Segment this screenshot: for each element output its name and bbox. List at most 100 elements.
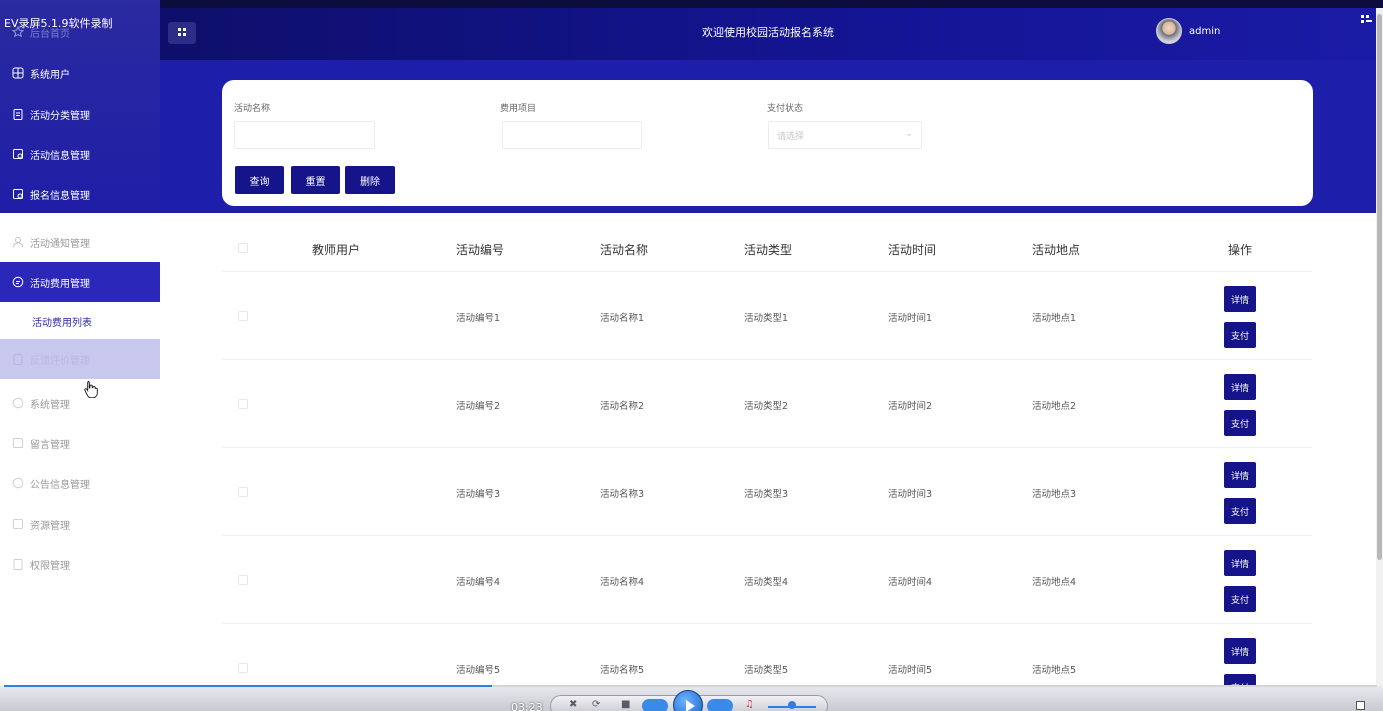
pay-status-placeholder: 请选择 bbox=[777, 131, 805, 142]
column-header: 活动编号 bbox=[456, 243, 505, 257]
cell-time: 活动时间5 bbox=[888, 665, 933, 676]
clipboard-icon bbox=[12, 558, 24, 570]
cell-place: 活动地点5 bbox=[1032, 665, 1077, 676]
sidebar: 后台首页 系统用户 活动分类管理 活动信息管理 报名信息管理 活动通知管理 活动… bbox=[0, 0, 160, 711]
sidebar-item-signup-info[interactable]: 报名信息管理 bbox=[0, 174, 160, 214]
avatar[interactable] bbox=[1156, 18, 1182, 44]
stop-icon[interactable]: ■ bbox=[621, 699, 630, 710]
progress-fill bbox=[4, 685, 492, 687]
sidebar-item-activity-info[interactable]: 活动信息管理 bbox=[0, 134, 160, 174]
top-strip bbox=[160, 0, 1383, 8]
cell-type: 活动类型1 bbox=[744, 313, 789, 324]
doc-icon bbox=[12, 148, 24, 160]
row-checkbox[interactable] bbox=[238, 487, 248, 497]
cell-time: 活动时间1 bbox=[888, 313, 933, 324]
sidebar-item-label: 报名信息管理 bbox=[30, 190, 90, 202]
divider bbox=[222, 359, 1312, 360]
clipboard-icon bbox=[12, 353, 24, 365]
fee-item-label: 费用项目 bbox=[500, 104, 537, 114]
cell-type: 活动类型2 bbox=[744, 401, 789, 412]
pay-button[interactable]: 支付 bbox=[1224, 410, 1256, 436]
sidebar-item-feedback[interactable]: 反馈评价管理 bbox=[0, 339, 160, 379]
pay-status-select[interactable]: 请选择 ⌄ bbox=[768, 121, 922, 149]
divider bbox=[222, 447, 1312, 448]
sidebar-item-activity-category[interactable]: 活动分类管理 bbox=[0, 94, 160, 134]
cell-name: 活动名称1 bbox=[600, 313, 645, 324]
volume-handle[interactable] bbox=[788, 701, 796, 709]
activity-name-input[interactable] bbox=[234, 121, 375, 149]
cell-type: 活动类型4 bbox=[744, 577, 789, 588]
chat-icon bbox=[12, 397, 24, 409]
sidebar-item-label: 活动费用管理 bbox=[30, 278, 90, 290]
detail-button[interactable]: 详情 bbox=[1224, 286, 1256, 312]
chat-icon bbox=[12, 477, 24, 489]
play-icon[interactable] bbox=[673, 690, 703, 711]
expand-icon[interactable] bbox=[1356, 701, 1365, 710]
cell-time: 活动时间2 bbox=[888, 401, 933, 412]
fullscreen-icon[interactable] bbox=[1360, 14, 1374, 29]
recorder-label: EV录屏5.1.9软件录制 bbox=[4, 17, 113, 30]
sidebar-item-message[interactable]: 留言管理 bbox=[0, 423, 160, 463]
column-header: 教师用户 bbox=[312, 243, 361, 257]
cell-place: 活动地点4 bbox=[1032, 577, 1077, 588]
column-header: 活动名称 bbox=[600, 243, 649, 257]
pay-status-label: 支付状态 bbox=[767, 104, 804, 114]
cell-code: 活动编号5 bbox=[456, 665, 501, 676]
divider bbox=[222, 535, 1312, 536]
cell-code: 活动编号1 bbox=[456, 313, 501, 324]
sidebar-item-label: 资源管理 bbox=[30, 520, 70, 532]
pay-button[interactable]: 支付 bbox=[1224, 498, 1256, 524]
sidebar-item-system-users[interactable]: 系统用户 bbox=[0, 53, 160, 93]
row-checkbox[interactable] bbox=[238, 575, 248, 585]
sidebar-item-label: 活动信息管理 bbox=[30, 150, 90, 162]
sidebar-item-activity-fee[interactable]: 活动费用管理 bbox=[0, 262, 160, 302]
sidebar-item-label: 留言管理 bbox=[30, 439, 70, 451]
reset-button[interactable]: 重置 bbox=[291, 166, 340, 194]
column-header: 活动类型 bbox=[744, 243, 793, 257]
sidebar-item-system-manage[interactable]: 系统管理 bbox=[0, 383, 160, 423]
cell-time: 活动时间4 bbox=[888, 577, 933, 588]
sidebar-subitem-fee-list[interactable]: 活动费用列表 bbox=[0, 301, 160, 341]
row-checkbox[interactable] bbox=[238, 399, 248, 409]
row-checkbox[interactable] bbox=[238, 663, 248, 673]
sidebar-item-label: 系统管理 bbox=[30, 399, 70, 411]
select-all-checkbox[interactable] bbox=[238, 243, 248, 253]
fee-item-input[interactable] bbox=[502, 121, 642, 149]
sidebar-item-resource[interactable]: 资源管理 bbox=[0, 504, 160, 544]
rewind-icon[interactable] bbox=[642, 699, 668, 711]
cell-place: 活动地点1 bbox=[1032, 313, 1077, 324]
query-button[interactable]: 查询 bbox=[235, 166, 284, 194]
cut-icon[interactable]: ✖ bbox=[569, 699, 577, 710]
cell-type: 活动类型3 bbox=[744, 489, 789, 500]
detail-button[interactable]: 详情 bbox=[1224, 374, 1256, 400]
sidebar-item-label: 系统用户 bbox=[30, 69, 70, 81]
pay-button[interactable]: 支付 bbox=[1224, 322, 1256, 348]
sidebar-item-label: 反馈评价管理 bbox=[30, 355, 90, 367]
cell-place: 活动地点3 bbox=[1032, 489, 1077, 500]
row-checkbox[interactable] bbox=[238, 311, 248, 321]
scrollbar-thumb[interactable] bbox=[1377, 14, 1382, 560]
volume-icon[interactable]: ♫ bbox=[745, 699, 754, 710]
sidebar-item-announcement[interactable]: 公告信息管理 bbox=[0, 463, 160, 503]
cell-name: 活动名称4 bbox=[600, 577, 645, 588]
delete-button[interactable]: 删除 bbox=[345, 166, 395, 194]
cell-code: 活动编号3 bbox=[456, 489, 501, 500]
chat-icon bbox=[12, 276, 24, 288]
doc-icon bbox=[12, 518, 24, 530]
sidebar-item-activity-notice[interactable]: 活动通知管理 bbox=[0, 222, 160, 262]
detail-button[interactable]: 详情 bbox=[1224, 550, 1256, 576]
loop-icon[interactable]: ⟳ bbox=[592, 699, 600, 710]
search-card: 活动名称 费用项目 支付状态 请选择 ⌄ 查询 重置 删除 bbox=[222, 80, 1313, 206]
doc-icon bbox=[12, 188, 24, 200]
playback-time: 03:23 bbox=[511, 701, 543, 711]
fast-forward-icon[interactable] bbox=[707, 699, 733, 711]
username[interactable]: admin bbox=[1189, 26, 1220, 37]
sidebar-item-permission[interactable]: 权限管理 bbox=[0, 544, 160, 584]
cell-code: 活动编号4 bbox=[456, 577, 501, 588]
doc-icon bbox=[12, 437, 24, 449]
cell-code: 活动编号2 bbox=[456, 401, 501, 412]
sidebar-item-label: 活动通知管理 bbox=[30, 238, 90, 250]
detail-button[interactable]: 详情 bbox=[1224, 462, 1256, 488]
detail-button[interactable]: 详情 bbox=[1224, 638, 1256, 664]
pay-button[interactable]: 支付 bbox=[1224, 586, 1256, 612]
